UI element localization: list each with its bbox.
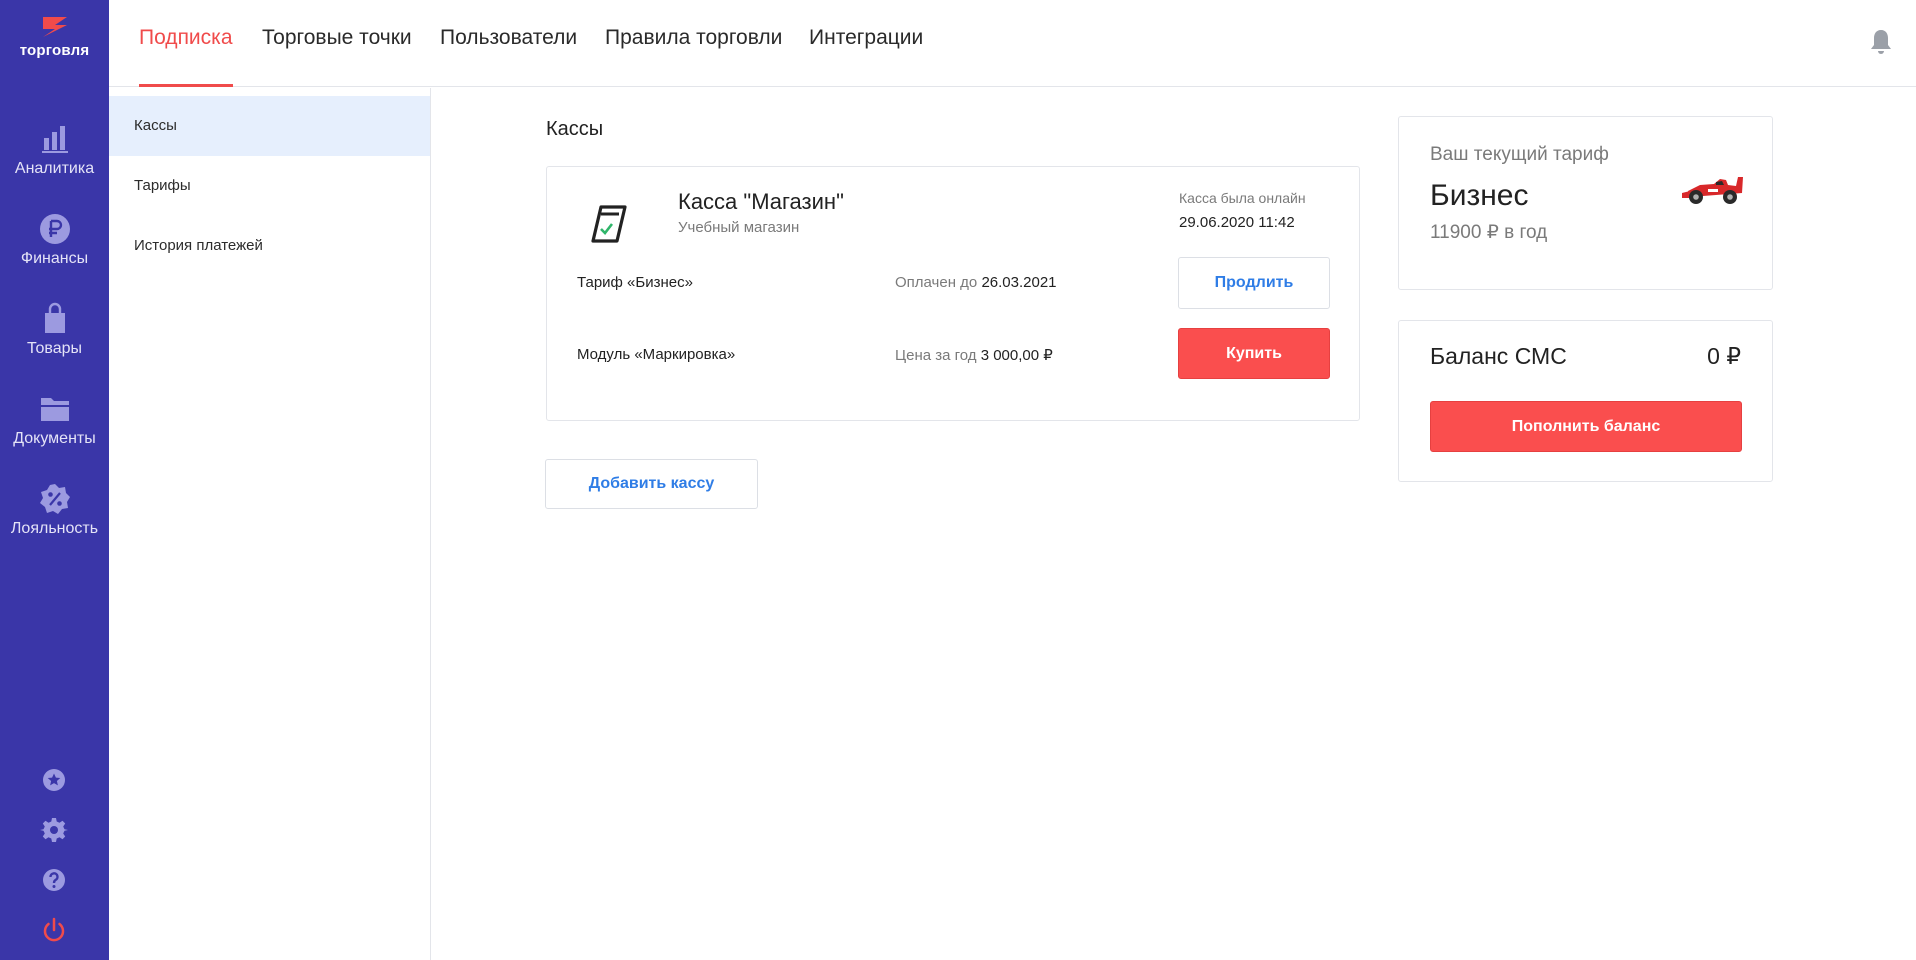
sidebar-item-label: Товары	[26, 340, 83, 357]
year-price-value: 3 000,00 ₽	[980, 347, 1053, 364]
logo[interactable]: торговля	[0, 14, 109, 59]
tab-trade-rules[interactable]: Правила торговли	[605, 26, 782, 87]
tariff-name: Бизнес	[1430, 179, 1529, 212]
top-up-balance-button[interactable]: Пополнить баланс	[1430, 401, 1742, 452]
sms-balance-value: 0 ₽	[1707, 343, 1741, 369]
sidebar-item-finance[interactable]: Финансы	[0, 212, 109, 268]
bell-icon[interactable]	[1868, 28, 1894, 56]
sidebar-item-analytics[interactable]: Аналитика	[0, 122, 109, 178]
sidebar-item-label: Документы	[13, 430, 96, 447]
shopping-bag-icon	[44, 302, 65, 333]
main-sidebar: торговля Аналитика Финансы Товары Докуме…	[0, 0, 109, 960]
tariff-price: 11900 ₽ в год	[1430, 222, 1548, 243]
online-date: 29.06.2020 11:42	[1179, 214, 1295, 231]
folder-icon	[40, 398, 69, 421]
sub-sidebar: Кассы Тарифы История платежей	[109, 88, 431, 960]
paid-until-label: Оплачен до	[895, 274, 978, 291]
sidebar-item-label: Аналитика	[14, 160, 95, 177]
kassa-store-name: Учебный магазин	[678, 219, 800, 236]
race-car-icon	[1682, 177, 1743, 204]
tab-trade-points[interactable]: Торговые точки	[262, 26, 412, 87]
logo-icon	[42, 17, 67, 37]
percent-badge-icon	[39, 484, 70, 514]
subnav-item-kassy[interactable]: Кассы	[109, 96, 430, 156]
logo-text: торговля	[19, 42, 90, 59]
tariff-label: Ваш текущий тариф	[1430, 144, 1609, 165]
subnav-item-payment-history[interactable]: История платежей	[109, 216, 430, 276]
sms-balance-card: Баланс СМС 0 ₽ Пополнить баланс	[1398, 320, 1773, 482]
add-kassa-button[interactable]: Добавить кассу	[545, 459, 758, 509]
bar-chart-icon	[41, 126, 68, 153]
tariff-row-label: Тариф «Бизнес»	[577, 274, 693, 291]
sidebar-item-label: Лояльность	[10, 520, 99, 537]
sms-balance-label: Баланс СМС	[1430, 343, 1567, 369]
power-icon[interactable]	[40, 916, 68, 944]
kassa-name: Касса "Магазин"	[678, 189, 844, 214]
extend-button[interactable]: Продлить	[1178, 257, 1330, 309]
online-label: Касса была онлайн	[1179, 190, 1306, 206]
cash-register-icon	[591, 205, 627, 243]
year-price-label: Цена за год	[895, 347, 977, 364]
sidebar-item-loyalty[interactable]: Лояльность	[0, 482, 109, 538]
subnav-item-tariffs[interactable]: Тарифы	[109, 156, 430, 216]
year-price: Цена за год 3 000,00 ₽	[895, 346, 1053, 364]
kassa-card: Касса "Магазин" Учебный магазин Касса бы…	[546, 166, 1360, 421]
tab-users[interactable]: Пользователи	[440, 26, 577, 87]
paid-until: Оплачен до 26.03.2021	[895, 274, 1057, 291]
sidebar-item-documents[interactable]: Документы	[0, 392, 109, 448]
sidebar-item-goods[interactable]: Товары	[0, 302, 109, 358]
tab-subscription[interactable]: Подписка	[139, 26, 233, 87]
sidebar-item-label: Финансы	[20, 250, 89, 267]
star-icon[interactable]	[40, 766, 68, 794]
help-icon[interactable]	[40, 866, 68, 894]
module-row-label: Модуль «Маркировка»	[577, 346, 736, 363]
top-navigation: Подписка Торговые точки Пользователи Пра…	[109, 0, 1916, 87]
gear-icon[interactable]	[40, 816, 68, 844]
tab-integrations[interactable]: Интеграции	[809, 26, 923, 87]
ruble-icon	[39, 214, 70, 244]
current-tariff-card: Ваш текущий тариф Бизнес 11900 ₽ в год	[1398, 116, 1773, 290]
page-title: Кассы	[546, 118, 604, 140]
paid-until-value: 26.03.2021	[981, 274, 1057, 291]
buy-button[interactable]: Купить	[1178, 328, 1330, 379]
